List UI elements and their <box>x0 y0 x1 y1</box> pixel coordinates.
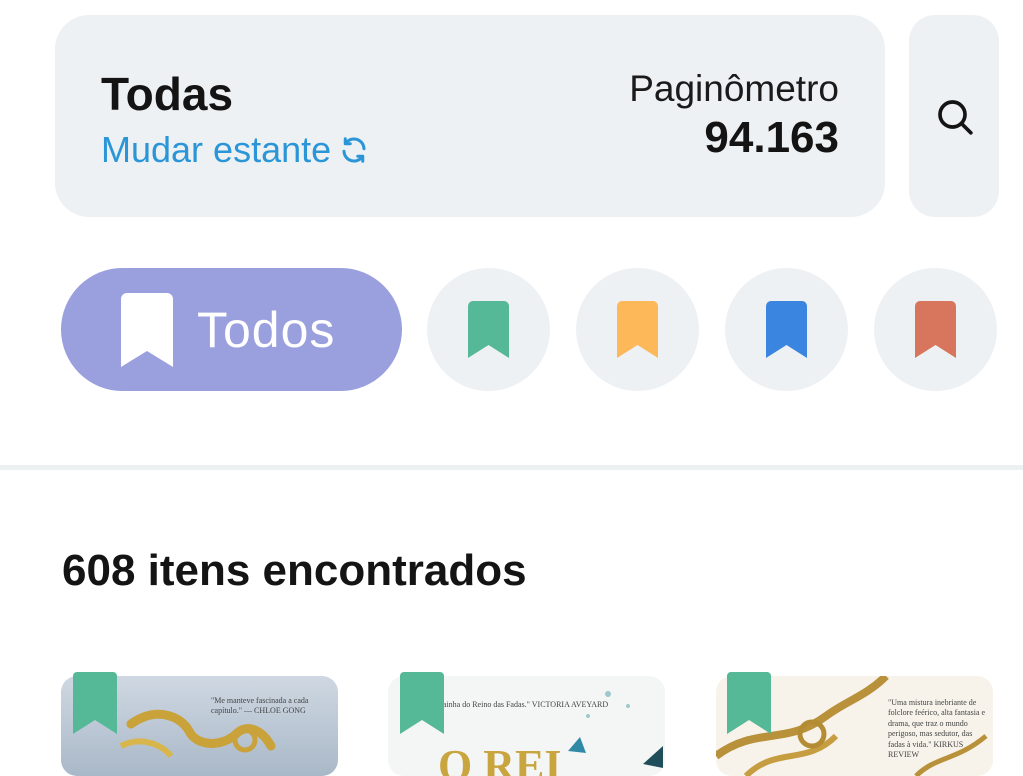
paginometer-label: Paginômetro <box>629 68 839 109</box>
filter-chip-blue[interactable] <box>725 268 848 391</box>
bookmark-icon <box>915 301 956 358</box>
results-count: 608 itens encontrados <box>62 546 527 595</box>
refresh-icon <box>342 137 366 163</box>
search-button[interactable] <box>909 15 999 217</box>
book-quote: da Rainha do Reino das Fadas." VICTORIA … <box>428 700 609 709</box>
shelf-title: Todas <box>101 68 234 120</box>
filter-chip-orange[interactable] <box>874 268 997 391</box>
bookmark-icon <box>400 672 444 734</box>
bookmark-icon <box>727 672 771 734</box>
bookmark-icon <box>468 301 509 358</box>
book-quote: "Uma mistura inebriante de folclore feér… <box>888 698 986 759</box>
bookmark-icon <box>617 301 658 358</box>
paginometer-value: 94.163 <box>704 113 839 162</box>
change-shelf-button[interactable]: Mudar estante <box>101 128 369 172</box>
search-icon <box>938 100 973 135</box>
section-divider <box>0 465 1023 470</box>
bookmark-icon <box>121 292 173 367</box>
filter-all-label: Todos <box>197 301 336 358</box>
filter-chip-green[interactable] <box>427 268 550 391</box>
filter-all-chip[interactable]: Todos <box>61 268 402 391</box>
shelf-card: Todas Mudar estante Paginômetro 94.163 <box>55 15 885 217</box>
filter-chip-yellow[interactable] <box>576 268 699 391</box>
book-quote: "Me manteve fascinada a cada capítulo." … <box>211 696 309 716</box>
svg-text:O REI: O REI <box>438 741 561 776</box>
bookmark-icon <box>766 301 807 358</box>
change-shelf-label: Mudar estante <box>101 129 332 170</box>
bookmark-icon <box>73 672 117 734</box>
